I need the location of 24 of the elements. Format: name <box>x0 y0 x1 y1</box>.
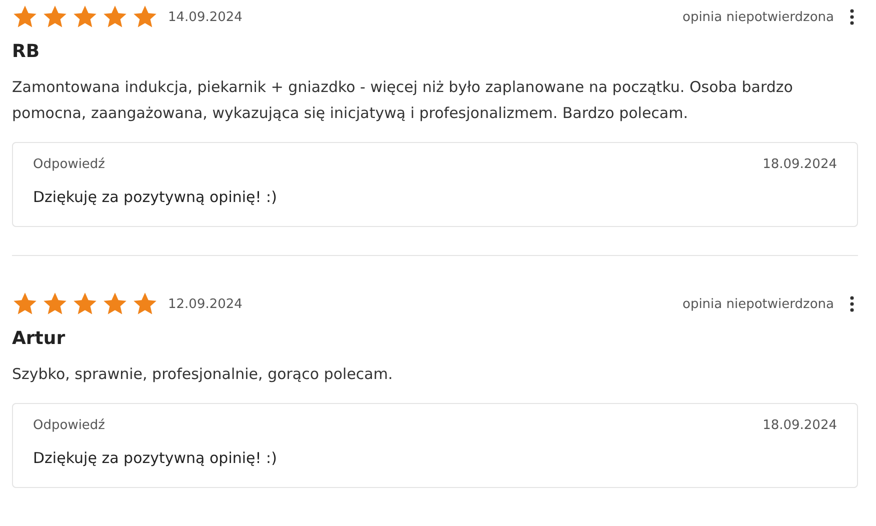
reviewer-name: RB <box>12 41 41 62</box>
star-icon <box>42 4 68 30</box>
star-icon <box>102 291 128 317</box>
verification-status: opinia niepotwierdzona <box>682 10 834 24</box>
star-icon <box>132 291 158 317</box>
reply-text: Dziękuję za pozytywną opinię! :) <box>33 188 278 206</box>
reply-text: Dziękuję za pozytywną opinię! :) <box>33 449 278 467</box>
review-text: Zamontowana indukcja, piekarnik + gniazdko - więcej niż było zaplanowane na początku. Osoba bardzo pomocna, zaangażowana, wykazująca się inicjatywą i profesjonalizmem. Bardzo polecam. <box>12 77 794 124</box>
star-icon <box>42 291 68 317</box>
review-text: Szybko, sprawnie, profesjonalnie, gorąco polecam. <box>12 364 394 385</box>
star-icon <box>12 291 38 317</box>
reply-label: Odpowiedź <box>33 418 106 433</box>
star-icon <box>132 4 158 30</box>
star-icon <box>72 4 98 30</box>
reply-date: 18.09.2024 <box>762 157 837 172</box>
reply-label: Odpowiedź <box>33 157 106 172</box>
star-icon <box>72 291 98 317</box>
review-date: 12.09.2024 <box>168 296 242 312</box>
star-icon <box>102 4 128 30</box>
reply-date: 18.09.2024 <box>762 418 837 433</box>
star-icon <box>12 4 38 30</box>
review-date: 14.09.2024 <box>168 10 242 24</box>
reviewer-name: Artur <box>12 328 66 349</box>
verification-status: opinia niepotwierdzona <box>682 296 834 312</box>
